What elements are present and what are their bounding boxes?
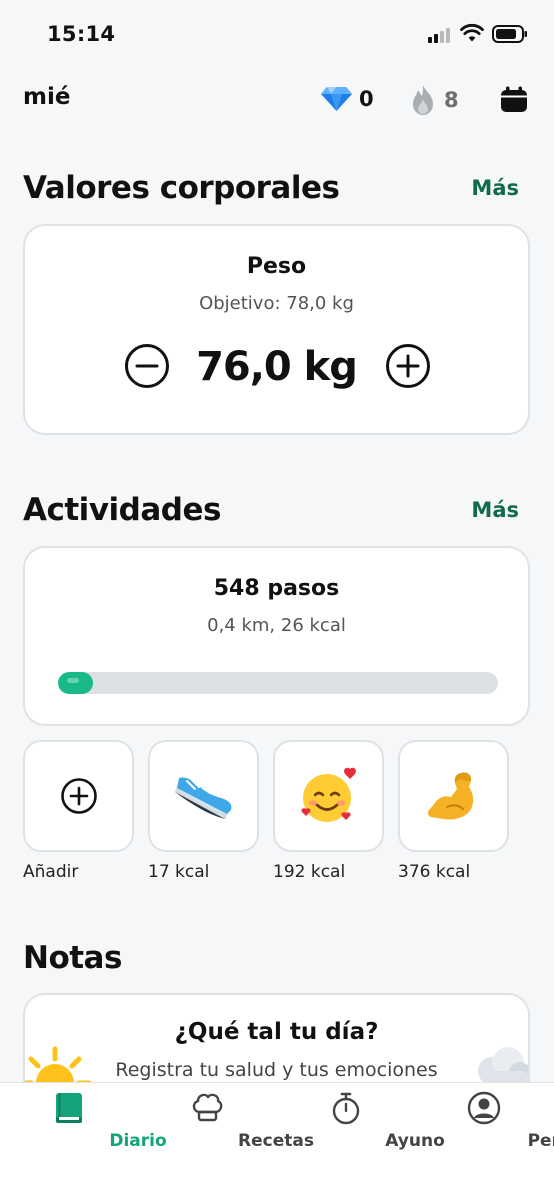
cellular-signal-icon [428, 27, 450, 43]
tile-label-walking: 17 kcal [148, 862, 210, 882]
weight-card[interactable]: Peso Objetivo: 78,0 kg 76,0 kg [23, 224, 530, 435]
tab-ayuno[interactable]: Ayuno [277, 1083, 445, 1163]
steps-progress-fill [58, 672, 94, 694]
tile-label-strength: 376 kcal [398, 862, 471, 882]
wifi-icon [460, 23, 484, 42]
activities-more-link[interactable]: Más [471, 498, 519, 522]
top-bar: mié 0 8 [0, 80, 554, 120]
book-icon [56, 1093, 82, 1123]
steps-card[interactable]: 548 pasos 0,4 km, 26 kcal [23, 546, 530, 726]
activity-tile-walking[interactable] [148, 740, 259, 852]
steps-title: 548 pasos [213, 576, 340, 601]
calendar-icon[interactable] [500, 86, 528, 114]
chef-hat-icon [192, 1093, 223, 1122]
flexed-biceps-icon [427, 772, 473, 820]
diamond-icon [321, 87, 352, 111]
steps-progress-bar [58, 672, 498, 694]
tab-diario[interactable]: Diario [0, 1083, 167, 1163]
activity-tile-mood[interactable] [273, 740, 384, 852]
tab-bar: Diario Recetas Ayuno Perfil [0, 1082, 554, 1200]
tab-recetas[interactable]: Recetas [138, 1083, 314, 1163]
body-values-title: Valores corporales [23, 170, 340, 206]
activity-tile-strength[interactable] [398, 740, 509, 852]
battery-icon [492, 25, 527, 43]
gems-count: 0 [359, 87, 374, 111]
activities-title: Actividades [23, 492, 221, 528]
steps-subtitle: 0,4 km, 26 kcal [207, 615, 346, 636]
tile-label-mood: 192 kcal [273, 862, 346, 882]
notes-card-subtitle: Registra tu salud y tus emociones [115, 1059, 438, 1081]
body-values-more-link[interactable]: Más [471, 176, 519, 200]
status-time: 15:14 [47, 22, 116, 46]
flame-icon [413, 85, 433, 115]
tab-label-perfil: Perfil [527, 1131, 554, 1151]
notes-card-title: ¿Qué tal tu día? [174, 1019, 379, 1045]
profile-icon [467, 1091, 501, 1125]
add-activity-tile[interactable] [23, 740, 134, 852]
notes-title: Notas [23, 940, 122, 976]
streak-count: 8 [444, 88, 459, 112]
weight-goal: Objetivo: 78,0 kg [199, 293, 354, 314]
tile-label-add: Añadir [23, 862, 79, 882]
sneaker-icon [174, 777, 231, 819]
status-bar: 15:14 [0, 0, 554, 70]
gems-counter[interactable]: 0 [320, 86, 374, 112]
add-circle-icon [60, 778, 97, 814]
tab-perfil[interactable]: Perfil [415, 1083, 554, 1163]
smiling-face-with-hearts-icon [300, 767, 356, 822]
day-label[interactable]: mié [23, 84, 70, 110]
weight-title: Peso [246, 254, 307, 279]
stopwatch-icon [332, 1092, 360, 1125]
streak-counter[interactable]: 8 [408, 84, 459, 116]
weight-value: 76,0 kg [196, 344, 358, 390]
increase-weight-button[interactable] [385, 343, 431, 389]
